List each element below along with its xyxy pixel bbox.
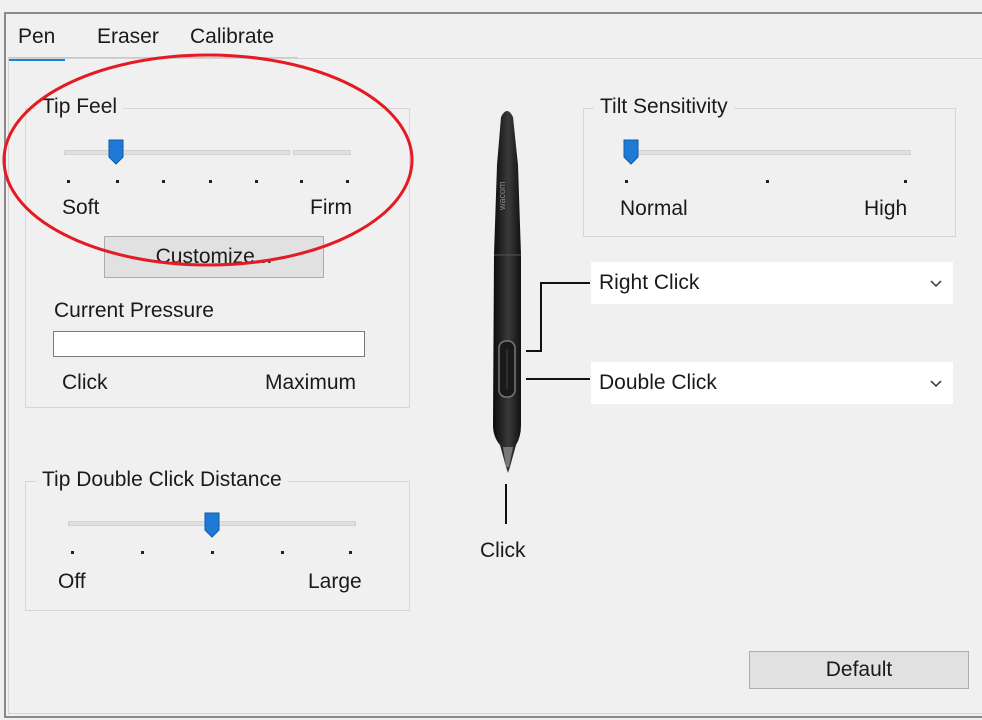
current-pressure-min-label: Click xyxy=(62,371,108,394)
current-pressure-max-label: Maximum xyxy=(265,371,357,394)
tip-leader-line xyxy=(505,484,507,524)
lower-switch-dropdown[interactable]: Double Click xyxy=(591,362,953,404)
tip-double-click-tick xyxy=(71,551,74,554)
tip-double-click-max-label: Large xyxy=(308,570,362,593)
tip-double-click-tick xyxy=(211,551,214,554)
pen-tip-label: Click xyxy=(480,539,526,562)
tilt-tick xyxy=(625,180,628,183)
tilt-max-label: High xyxy=(864,197,908,220)
lower-switch-leader xyxy=(526,378,590,380)
tip-double-click-slider-thumb[interactable] xyxy=(204,512,220,538)
tip-double-click-min-label: Off xyxy=(58,570,86,593)
tilt-tick xyxy=(766,180,769,183)
pen-brand-mark: wacom xyxy=(497,181,507,210)
tip-double-click-tick xyxy=(281,551,284,554)
highlight-ring xyxy=(2,53,414,267)
tilt-slider-thumb[interactable] xyxy=(623,139,639,165)
tip-double-click-tick xyxy=(349,551,352,554)
tip-double-click-tick xyxy=(141,551,144,554)
default-button[interactable]: Default xyxy=(749,651,969,689)
upper-switch-leader xyxy=(541,282,590,284)
pen-icon xyxy=(493,111,521,473)
upper-switch-value: Right Click xyxy=(599,271,700,294)
tip-double-click-title: Tip Double Click Distance xyxy=(36,468,288,492)
chevron-down-icon xyxy=(930,280,942,288)
tilt-tick xyxy=(904,180,907,183)
tilt-min-label: Normal xyxy=(620,197,688,220)
upper-switch-leader-stub xyxy=(526,350,542,352)
tilt-sensitivity-title: Tilt Sensitivity xyxy=(594,95,734,119)
tilt-track[interactable] xyxy=(625,150,911,155)
current-pressure-title: Current Pressure xyxy=(54,299,214,322)
current-pressure-bar xyxy=(53,331,365,357)
upper-switch-dropdown[interactable]: Right Click xyxy=(591,262,953,304)
chevron-down-icon xyxy=(930,380,942,388)
lower-switch-value: Double Click xyxy=(599,371,717,394)
upper-switch-leader-vertical xyxy=(540,282,542,352)
